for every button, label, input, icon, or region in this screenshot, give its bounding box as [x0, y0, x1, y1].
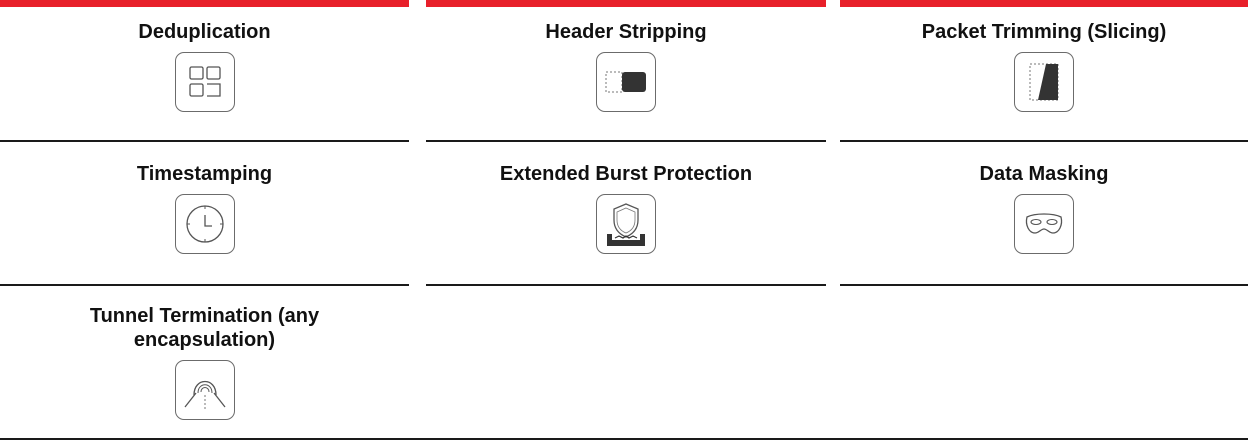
header-strip-icon [596, 52, 656, 112]
feature-tunnel-termination: Tunnel Termination (any encapsulation) [0, 304, 409, 420]
divider [0, 438, 1248, 440]
feature-header-stripping: Header Stripping [426, 20, 826, 112]
feature-title: Extended Burst Protection [499, 163, 753, 185]
tunnel-icon [174, 360, 235, 420]
feature-title: Header Stripping [545, 21, 707, 43]
divider [426, 284, 826, 286]
divider [840, 284, 1248, 286]
feature-data-masking: Data Masking [840, 162, 1248, 254]
feature-title: Data Masking [979, 163, 1109, 185]
divider [0, 140, 409, 142]
feature-timestamping: Timestamping [0, 162, 409, 254]
divider [426, 140, 826, 142]
shield-icon [596, 194, 656, 254]
divider [840, 140, 1248, 142]
feature-title: Deduplication [138, 21, 271, 43]
packet-slice-icon [1014, 52, 1074, 112]
feature-title: Timestamping [136, 163, 273, 185]
accent-bar-1 [0, 0, 409, 7]
mask-icon [1014, 194, 1074, 254]
feature-title: Tunnel Termination (any encapsulation) [89, 305, 320, 351]
feature-burst-protection: Extended Burst Protection [426, 162, 826, 254]
feature-title: Packet Trimming (Slicing) [921, 21, 1167, 43]
accent-bar-3 [840, 0, 1248, 7]
feature-deduplication: Deduplication [0, 20, 409, 112]
divider [0, 284, 409, 286]
grid-squares-icon [174, 52, 235, 112]
feature-packet-trimming: Packet Trimming (Slicing) [840, 20, 1248, 112]
accent-bar-2 [426, 0, 826, 7]
clock-icon [174, 194, 235, 254]
